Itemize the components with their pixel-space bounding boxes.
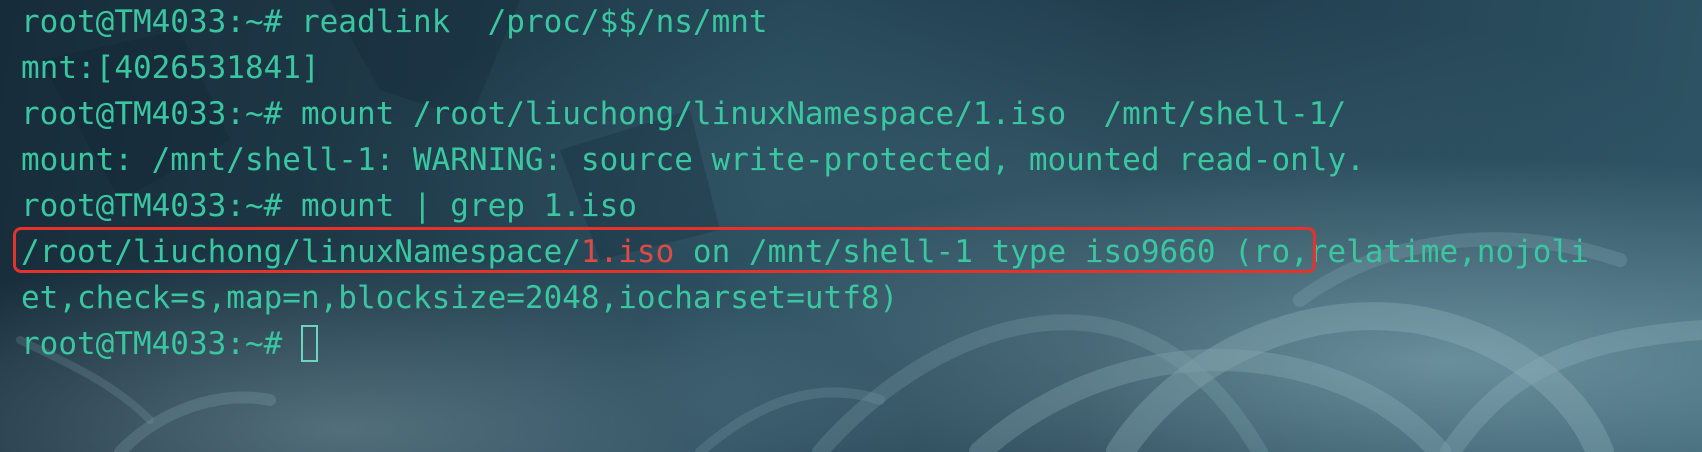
terminal-line: root@TM4033:~# mount /root/liuchong/linu… bbox=[21, 94, 1702, 140]
command-text: mount | grep 1.iso bbox=[300, 188, 637, 224]
shell-prompt: root@TM4033:~# bbox=[21, 188, 301, 224]
terminal-line: root@TM4033:~# readlink /proc/$$/ns/mnt bbox=[21, 2, 1702, 48]
terminal-line: root@TM4033:~# bbox=[21, 324, 1702, 370]
annotation-highlight-box bbox=[13, 227, 1316, 273]
command-text: mount /root/liuchong/linuxNamespace/1.is… bbox=[300, 96, 1347, 132]
terminal-line: root@TM4033:~# mount | grep 1.iso bbox=[21, 186, 1702, 232]
output-text: mount: /mnt/shell-1: WARNING: source wri… bbox=[21, 142, 1365, 178]
terminal-output[interactable]: root@TM4033:~# readlink /proc/$$/ns/mnt … bbox=[21, 2, 1702, 370]
terminal-line: et,check=s,map=n,blocksize=2048,iocharse… bbox=[21, 278, 1702, 324]
shell-prompt: root@TM4033:~# bbox=[21, 96, 301, 132]
output-text: mnt:[4026531841] bbox=[21, 50, 320, 86]
output-text: et,check=s,map=n,blocksize=2048,iocharse… bbox=[21, 280, 899, 316]
shell-prompt: root@TM4033:~# bbox=[21, 326, 301, 362]
terminal-window[interactable]: root@TM4033:~# readlink /proc/$$/ns/mnt … bbox=[0, 0, 1702, 452]
terminal-cursor bbox=[300, 325, 318, 362]
terminal-line: mnt:[4026531841] bbox=[21, 48, 1702, 94]
terminal-line: mount: /mnt/shell-1: WARNING: source wri… bbox=[21, 140, 1702, 186]
shell-prompt: root@TM4033:~# bbox=[21, 4, 301, 40]
command-text: readlink /proc/$$/ns/mnt bbox=[300, 4, 768, 40]
